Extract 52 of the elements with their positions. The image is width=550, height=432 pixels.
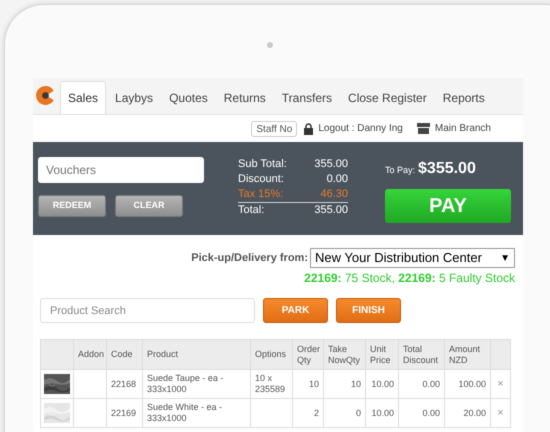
total-label: Tax 15%: [238,187,284,202]
column-header: Options [250,340,292,370]
store-icon [416,123,430,134]
column-header: Take NowQty [324,340,366,370]
to-pay-amount: $355.00 [418,159,476,179]
total-label: Total: [238,203,264,218]
table-cell: Suede White - ea - 333x1000 [142,398,250,428]
total-value: 355.00 [314,203,348,218]
logo-icon[interactable] [35,85,56,106]
total-label: Discount: [238,172,284,187]
table-cell: 22168 [106,370,142,398]
total-value: 355.00 [314,157,348,172]
nav-tab[interactable]: Laybys [108,81,160,114]
total-label: Sub Total: [238,157,287,172]
nav-tab[interactable]: Sales [60,81,106,114]
total-value: 46.30 [320,187,348,202]
table-cell: 0.00 [398,370,444,398]
table-cell: Suede Taupe - ea - 333x1000 [142,370,250,398]
table-cell: 10 x 235589 [250,370,292,398]
voucher-field[interactable]: Vouchers [38,157,204,183]
product-search-field[interactable]: Product Search [40,298,255,323]
nav-tab[interactable]: Returns [216,81,273,114]
table-cell: 10.00 [366,370,398,398]
column-header: Product [142,340,250,370]
total-value: 0.00 [326,172,348,187]
lock-icon [304,122,314,134]
table-cell: 20.00 [444,398,490,428]
logout-link[interactable]: Logout : Danny Ing [318,121,403,136]
nav-tab[interactable]: Reports [436,81,492,114]
delivery-label: Pick-up/Delivery from: [191,250,308,266]
location-dropdown[interactable]: New Your Distribution Center ▼ [310,248,515,268]
column-header: Unit Price [366,340,398,370]
nav-tab[interactable]: Transfers [274,81,340,114]
table-cell: 22169 [106,398,142,428]
column-header: Amount NZD [444,340,490,370]
table-cell: 2 [292,398,324,428]
to-pay-label: To Pay: [385,164,416,177]
table-cell: 10 [292,370,324,398]
column-header: Order Qty [292,340,324,370]
table-cell: 10.00 [366,398,398,428]
nav-tab[interactable]: Close Register [341,81,434,114]
table-cell: 100.00 [444,370,490,398]
table-cell: 10 [324,370,366,398]
table-cell: 0 [324,398,366,428]
branch-label: Main Branch [434,122,491,136]
stock-note: 22169: 75 Stock, 22169: 5 Faulty Stock [304,270,516,287]
column-header: Addon [74,340,106,370]
column-header: Total Discount [398,340,444,370]
table-cell: 0.00 [398,398,444,428]
column-header: Code [106,340,142,370]
staff-button[interactable]: Staff No [251,120,298,136]
nav-tab[interactable]: Quotes [162,81,215,114]
